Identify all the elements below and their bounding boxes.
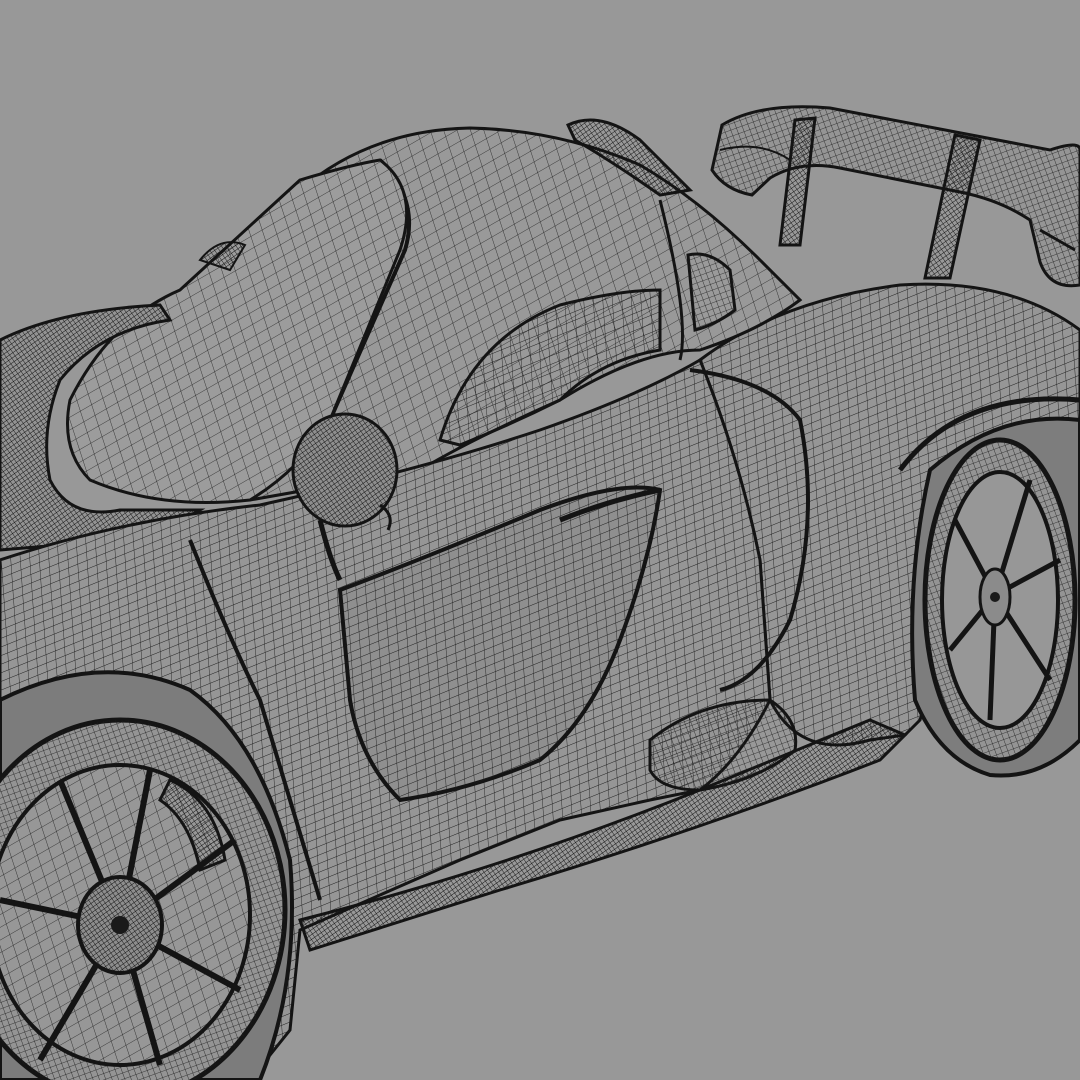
rear-wing [710, 105, 1080, 288]
car-wireframe-canvas [0, 105, 1080, 1080]
wireframe-viewport[interactable] [0, 0, 1080, 1080]
rear-wheel [910, 416, 1080, 778]
